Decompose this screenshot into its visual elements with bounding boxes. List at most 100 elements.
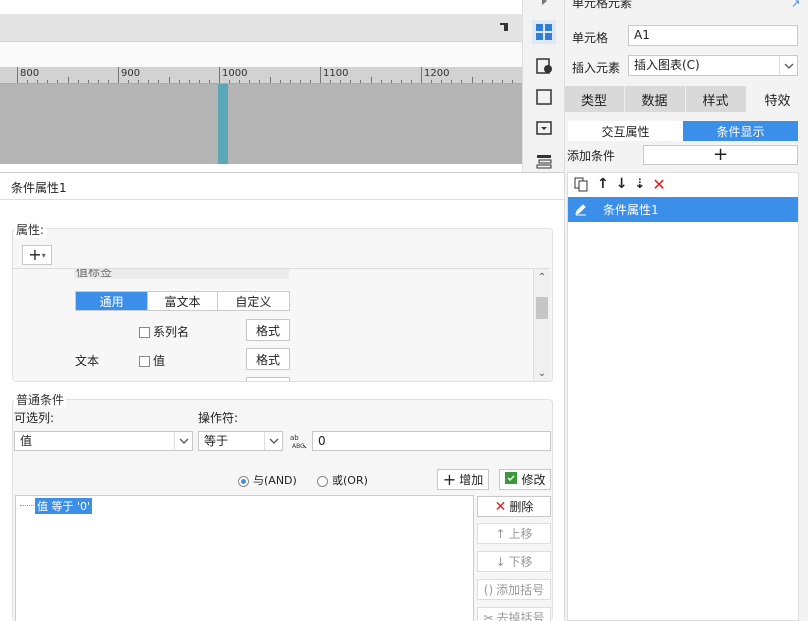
remove-bracket-button[interactable]: ✂ 去掉括号	[477, 607, 551, 621]
ruler-tick	[309, 80, 311, 83]
horizontal-ruler: 800 900 1000 1100 1200	[0, 67, 523, 84]
list-item-selected[interactable]: 条件属性1	[568, 197, 798, 222]
ruler-tick	[350, 80, 352, 83]
tab-style[interactable]: 样式	[685, 86, 745, 112]
ruler-tick	[249, 80, 251, 83]
chevron-down-icon[interactable]	[779, 56, 797, 75]
ruler-tick	[57, 80, 59, 83]
sort-icon[interactable]: ⇣	[634, 177, 645, 192]
delete-icon: ✕	[494, 498, 507, 515]
widget-icon[interactable]	[532, 85, 556, 109]
tab-type[interactable]: 类型	[565, 86, 623, 112]
move-up-button[interactable]: ↑ 上移	[477, 523, 551, 544]
or-radio[interactable]	[317, 475, 328, 487]
column-select[interactable]: 值	[14, 431, 193, 451]
canvas-gap	[0, 42, 522, 67]
selected-column-indicator	[218, 84, 228, 164]
insert-element-select[interactable]: 插入图表(C)	[628, 55, 798, 76]
tab-custom[interactable]: 自定义	[216, 292, 289, 310]
format-button-value[interactable]: 格式	[246, 348, 290, 370]
scroll-thumb[interactable]	[536, 297, 548, 319]
arrow-down-icon: ↓	[495, 554, 506, 569]
cell-element-icon[interactable]	[532, 20, 556, 44]
or-radio-row[interactable]: 或(OR)	[317, 472, 368, 488]
ruler-tick	[158, 80, 160, 83]
move-down-icon[interactable]: ↓	[616, 176, 628, 192]
move-up-icon[interactable]: ↑	[597, 176, 609, 192]
collapse-icon[interactable]	[532, 0, 556, 8]
condition-list[interactable]: 值 等于 '0'	[15, 495, 474, 621]
scroll-down-icon[interactable]: ⌄	[534, 366, 550, 380]
tab-general[interactable]: 通用	[76, 292, 148, 310]
layout-icon[interactable]	[532, 148, 556, 172]
value-checkbox[interactable]	[139, 356, 150, 367]
edit-icon	[573, 202, 589, 218]
series-name-label: 系列名	[153, 325, 190, 339]
cell-attribute-icon[interactable]	[532, 54, 556, 78]
add-condition-label: 增加	[459, 473, 484, 487]
move-up-label: 上移	[508, 527, 533, 541]
value-checkbox-row[interactable]: 值	[139, 352, 165, 369]
ruler-tick	[481, 80, 483, 83]
ruler-tick	[138, 80, 140, 83]
format-button-partial[interactable]	[246, 377, 290, 381]
dropdown-widget-icon[interactable]	[532, 116, 556, 140]
ruler-tick	[390, 80, 392, 83]
ruler-tick	[431, 80, 433, 83]
condition-list-panel	[567, 172, 799, 621]
attribute-scrollbar[interactable]: ⌃ ⌄	[533, 269, 550, 381]
expand-icon[interactable]: ↗	[791, 0, 800, 10]
bracket-icon: ()	[483, 582, 494, 597]
panel-title: 单元格元素	[572, 0, 633, 10]
delete-icon[interactable]: ✕	[652, 175, 665, 194]
ruler-tick	[400, 80, 402, 83]
copy-icon[interactable]	[573, 176, 590, 193]
ruler-tick	[441, 80, 443, 83]
add-attribute-button[interactable]: + ▾	[22, 245, 52, 265]
chevron-down-icon[interactable]	[174, 432, 192, 450]
add-condition-attribute-button[interactable]: +	[643, 145, 798, 165]
scroll-up-icon[interactable]: ⌃	[534, 269, 550, 285]
cell-input[interactable]: A1	[628, 25, 798, 46]
sheet-canvas[interactable]	[0, 84, 522, 164]
add-bracket-button[interactable]: () 添加括号	[477, 579, 551, 600]
and-radio[interactable]	[238, 475, 249, 487]
plus-icon: +	[442, 470, 457, 489]
modify-condition-button[interactable]: 修改	[499, 469, 551, 490]
ruler-tick	[451, 80, 453, 83]
ruler-tick	[67, 77, 69, 83]
dock-icon[interactable]	[498, 20, 512, 34]
tab-effects[interactable]: 特效	[746, 86, 808, 112]
format-button-series[interactable]: 格式	[246, 319, 290, 341]
value-type-icon[interactable]: ab ABC	[289, 431, 309, 451]
ruler-tick	[269, 77, 271, 83]
ruler-tick	[410, 80, 412, 83]
remove-bracket-label: 去掉括号	[496, 611, 545, 621]
condition-list-item[interactable]: 值 等于 '0'	[35, 498, 93, 514]
ruler-tick	[330, 80, 332, 83]
subtab-condition-display[interactable]: 条件显示	[683, 121, 798, 141]
remove-bracket-icon: ✂	[483, 610, 494, 621]
tab-rich-text[interactable]: 富文本	[147, 292, 216, 310]
list-toolbar: ↑ ↓ ⇣ ✕	[567, 172, 799, 196]
ruler-tick	[219, 67, 220, 83]
condition-value-input[interactable]: 0	[312, 431, 551, 451]
and-radio-row[interactable]: 与(AND)	[238, 472, 297, 488]
ruler-tick	[471, 77, 473, 83]
operator-select[interactable]: 等于	[198, 431, 283, 451]
move-down-button[interactable]: ↓ 下移	[477, 551, 551, 572]
series-name-checkbox[interactable]	[139, 327, 150, 338]
ruler-tick	[128, 80, 130, 83]
tab-data[interactable]: 数据	[624, 86, 684, 112]
attribute-scroll-area: 值标签 通用 富文本 自定义 系列名 格式 文本 值 格式 ⌃ ⌄	[13, 268, 550, 381]
series-name-checkbox-row[interactable]: 系列名	[139, 323, 189, 340]
plus-icon: +	[712, 144, 729, 165]
delete-condition-button[interactable]: ✕ 删除	[477, 496, 551, 517]
chevron-down-icon[interactable]	[264, 432, 282, 450]
subtab-interaction[interactable]: 交互属性	[568, 121, 683, 141]
ruler-tick	[87, 80, 89, 83]
add-condition-button[interactable]: + 增加	[437, 469, 489, 490]
arrow-up-icon: ↑	[495, 526, 506, 541]
attributes-legend: 属性:	[14, 221, 47, 238]
condition-tree-line	[20, 505, 34, 506]
